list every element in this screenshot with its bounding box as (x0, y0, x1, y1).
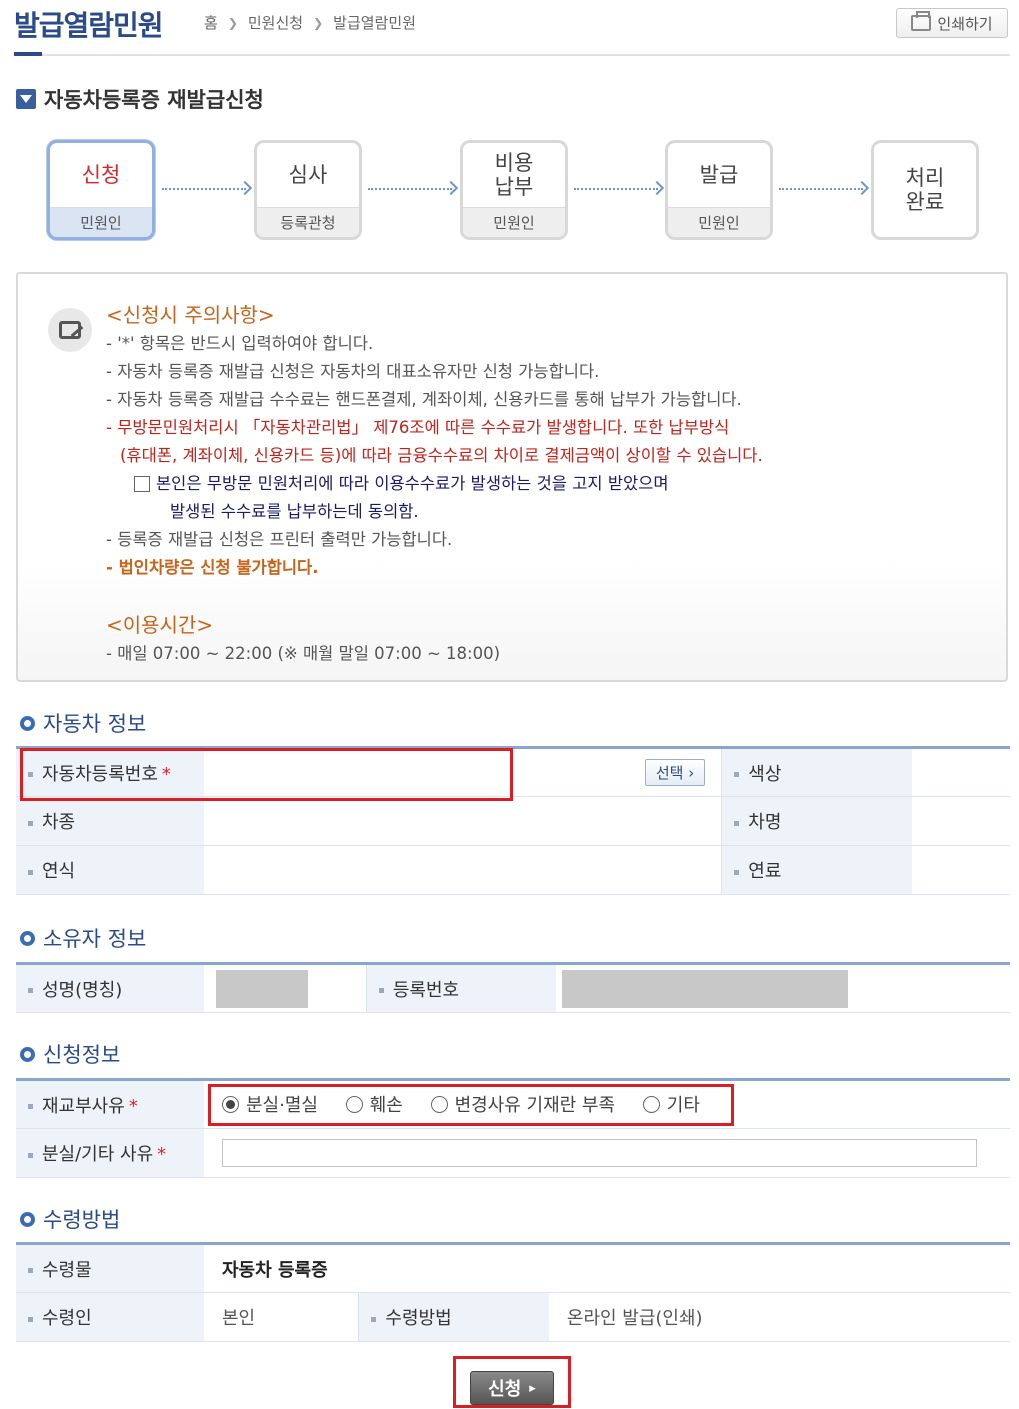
header-divider (14, 54, 1010, 56)
agree-row: 본인은 무방문 민원처리에 따라 이용수수료가 발생하는 것을 고지 받았으며 (106, 470, 763, 498)
color-label: 색상 (721, 747, 912, 797)
owner-name-label: 성명(명칭) (16, 963, 204, 1013)
chevron-right-icon: ❯ (313, 15, 324, 30)
fuel-label: 연료 (721, 845, 912, 895)
step-label: 심사 (288, 162, 328, 187)
step-sub: 등록관청 (257, 207, 359, 237)
section-title: 자동차등록증 재발급신청 (16, 84, 264, 114)
step-label: 처리 완료 (905, 165, 945, 214)
notice-line-corporate: - 법인차량은 신청 불가합니다. (106, 558, 319, 577)
step-arrow-icon (779, 188, 863, 190)
chevron-right-icon: ❯ (227, 15, 238, 30)
notice-line: - 등록증 재발급 신청은 프린터 출력만 가능합니다. (106, 530, 453, 549)
breadcrumb-current: 발급열람민원 (333, 14, 416, 32)
step-sub: 민원인 (50, 207, 152, 237)
notice-line: - 자동차 등록증 재발급 수수료는 핸드폰결제, 계좌이체, 신용카드를 통해… (106, 390, 742, 409)
bullet-icon (20, 715, 35, 731)
owner-regno-label: 등록번호 (366, 963, 557, 1013)
name-label: 차명 (721, 796, 912, 846)
section-marker-icon (16, 89, 36, 109)
print-label: 인쇄하기 (937, 14, 993, 33)
other-reason-cell (204, 1128, 1010, 1178)
step-apply: 신청 민원인 (47, 140, 155, 240)
color-value (911, 747, 1010, 797)
step-sub: 민원인 (668, 207, 770, 237)
step-arrow-icon (368, 188, 452, 190)
type-value (204, 796, 723, 846)
name-value (911, 796, 1010, 846)
other-reason-input[interactable] (222, 1139, 977, 1167)
step-review: 심사 등록관청 (254, 140, 362, 240)
select-vehicle-button[interactable]: 선택 › (644, 759, 706, 786)
notice-box: <신청시 주의사항> - '*' 항목은 반드시 입력하여야 합니다. - 자동… (16, 272, 1008, 682)
breadcrumb-apply[interactable]: 민원신청 (248, 12, 303, 33)
reason-label: 재교부사유 * (16, 1079, 204, 1129)
owner-info-table: 성명(명칭) 등록번호 (16, 962, 1010, 1013)
step-issue: 발급 민원인 (665, 140, 773, 240)
bullet-icon (20, 930, 35, 946)
print-button[interactable]: 인쇄하기 (896, 8, 1008, 38)
bullet-icon (20, 1211, 35, 1227)
receipt-info-table: 수령물 자동차 등록증 수령인 본인 수령방법 온라인 발급(인쇄) (16, 1242, 1010, 1342)
notice-heading: <신청시 주의사항> (106, 303, 275, 327)
method-value: 온라인 발급(인쇄) (548, 1292, 1010, 1342)
notice-line-warning: (휴대폰, 계좌이체, 신용카드 등)에 따라 금융수수료의 차이로 결제금액이… (120, 446, 763, 465)
bullet-icon (20, 1046, 35, 1062)
owner-name-value (204, 963, 367, 1013)
memo-icon (48, 308, 92, 352)
step-payment: 비용 납부 민원인 (460, 140, 568, 240)
notice-line: - 자동차 등록증 재발급 신청은 자동차의 대표소유자만 신청 가능합니다. (106, 362, 600, 381)
agree-text-2: 발생된 수수료를 납부하는데 동의함. (170, 502, 419, 521)
fuel-value (911, 845, 1010, 895)
vehicle-info-title: 자동차 정보 (20, 708, 146, 738)
method-label: 수령방법 (358, 1292, 549, 1342)
receipt-info-title: 수령방법 (20, 1204, 120, 1234)
step-label: 발급 (699, 162, 739, 187)
type-label: 차종 (16, 796, 204, 846)
printer-icon (911, 11, 932, 31)
notice-line-hours: - 매일 07:00 ~ 22:00 (※ 매월 말일 07:00 ~ 18:0… (106, 644, 501, 663)
notice-heading-hours: <이용시간> (106, 613, 214, 637)
section-title-text: 자동차등록증 재발급신청 (44, 88, 264, 112)
owner-regno-value (556, 963, 1010, 1013)
receiver-value: 본인 (204, 1292, 360, 1342)
other-reason-label: 분실/기타 사유 * (16, 1128, 204, 1178)
step-label: 비용 납부 (494, 150, 534, 199)
page-title: 발급열람민원 (14, 9, 164, 42)
highlight-submit (453, 1356, 571, 1408)
redacted-box (562, 969, 849, 1008)
breadcrumb-home[interactable]: 홈 (204, 12, 218, 33)
title-underline (14, 52, 42, 56)
year-label: 연식 (16, 845, 204, 895)
breadcrumb: 홈 ❯ 민원신청 ❯ 발급열람민원 (204, 12, 416, 33)
step-complete: 처리 완료 (871, 140, 979, 240)
receiver-label: 수령인 (16, 1292, 204, 1342)
application-info-title: 신청정보 (20, 1039, 120, 1069)
receipt-item-label: 수령물 (16, 1243, 204, 1293)
redacted-box (216, 969, 308, 1008)
agree-text: 본인은 무방문 민원처리에 따라 이용수수료가 발생하는 것을 고지 받았으며 (156, 474, 669, 493)
step-label: 신청 (81, 162, 121, 187)
notice-line-warning: - 무방문민원처리시 「자동차관리법」 제76조에 따른 수수료가 발생합니다.… (106, 418, 730, 437)
step-arrow-icon (162, 188, 246, 190)
year-value (204, 845, 723, 895)
step-arrow-icon (574, 188, 658, 190)
highlight-reg-no (20, 748, 513, 801)
agree-checkbox[interactable] (134, 476, 150, 492)
owner-info-title: 소유자 정보 (20, 923, 146, 953)
step-sub: 민원인 (463, 207, 565, 237)
receipt-item-value: 자동차 등록증 (204, 1243, 1010, 1293)
highlight-reason (208, 1084, 734, 1126)
notice-line: - '*' 항목은 반드시 입력하여야 합니다. (106, 334, 374, 353)
